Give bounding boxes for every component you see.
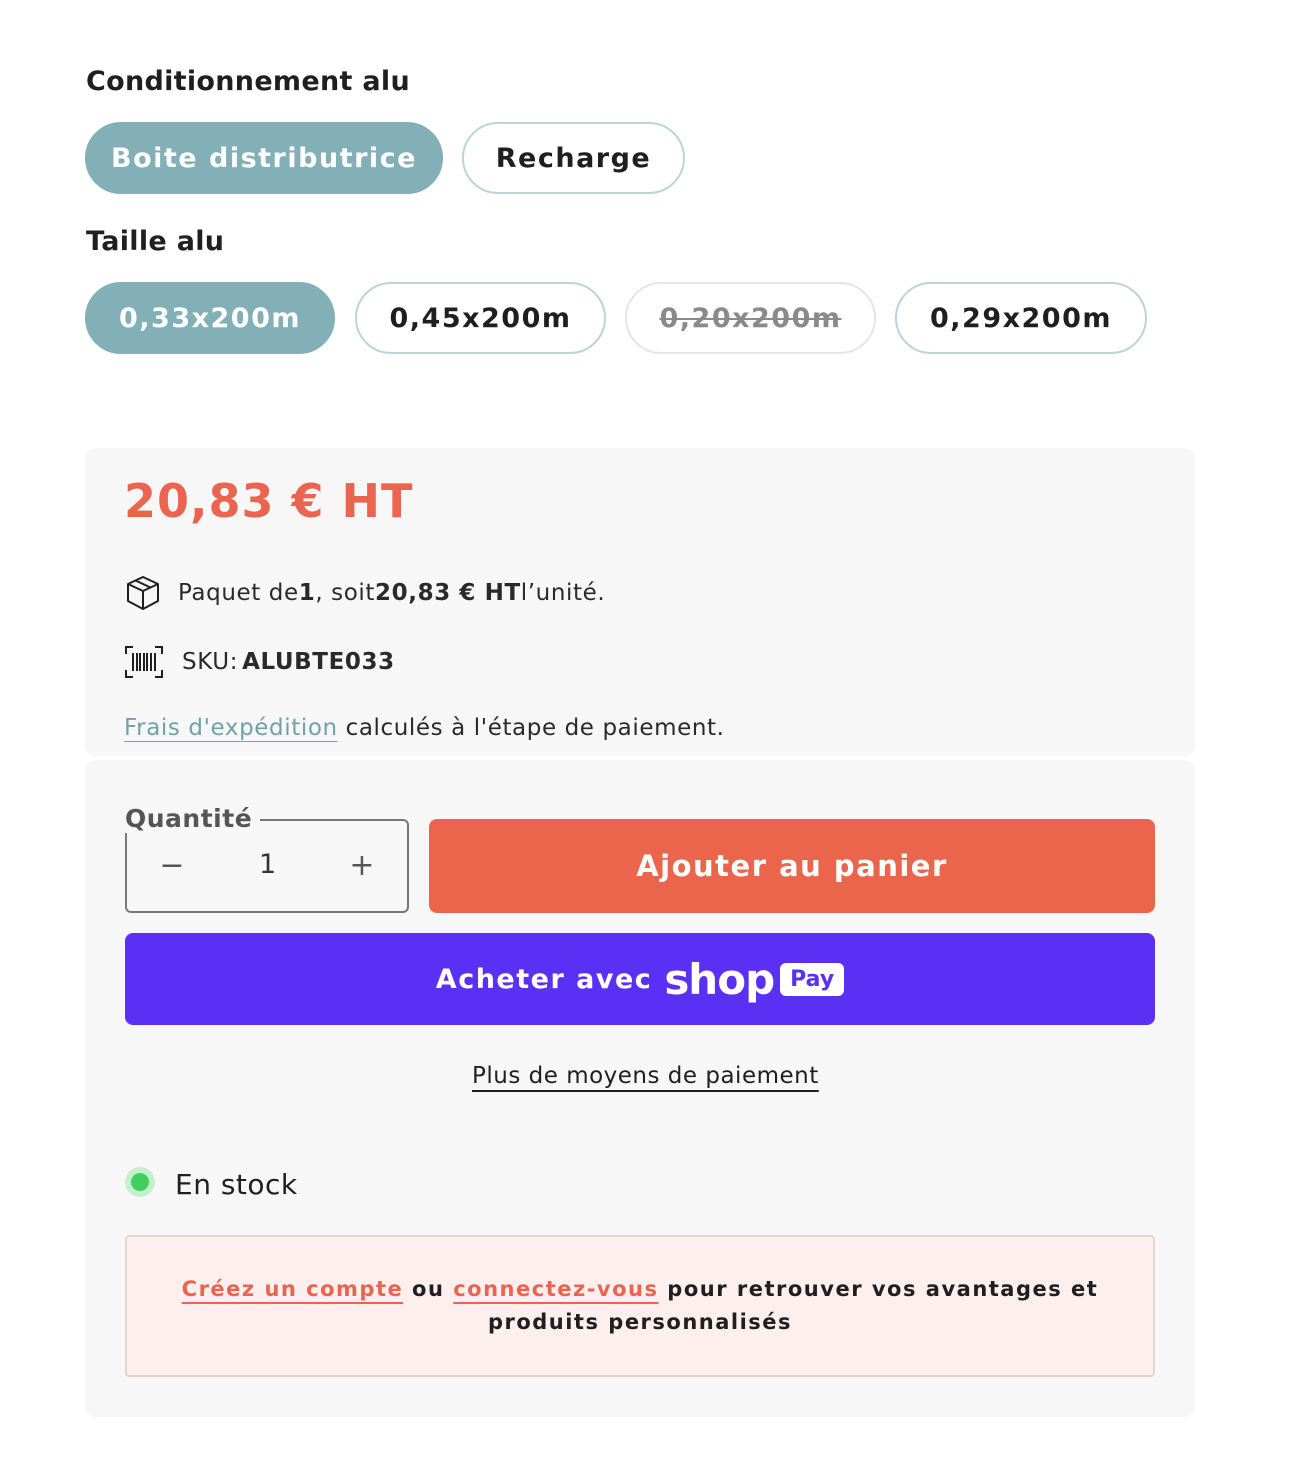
create-account-link[interactable]: Créez un compte	[182, 1277, 404, 1301]
option-label: 0,29x200m	[929, 302, 1113, 334]
unit-price: 20,83 € HT	[375, 580, 521, 606]
option-recharge[interactable]: Recharge	[462, 122, 685, 194]
packaging-title: Conditionnement alu	[86, 66, 411, 97]
quantity-plus-button[interactable]: +	[337, 840, 387, 890]
shop-logo: shop	[664, 954, 775, 1004]
package-prefix: Paquet de	[178, 580, 299, 606]
login-link[interactable]: connectez-vous	[453, 1277, 658, 1301]
option-size-020[interactable]: 0,20x200m	[625, 282, 876, 354]
sku-line: SKU: ALUBTE033	[124, 643, 395, 681]
shop-pay-button[interactable]: Acheter avec shop Pay	[125, 933, 1155, 1025]
price: 20,83 € HT	[124, 474, 414, 528]
option-label: 0,33x200m	[118, 302, 302, 334]
package-count: 1	[298, 580, 316, 606]
option-size-045[interactable]: 0,45x200m	[355, 282, 606, 354]
shipping-text: calculés à l'étape de paiement.	[337, 715, 725, 741]
shop-pay-label: Acheter avec	[435, 963, 653, 995]
option-size-033[interactable]: 0,33x200m	[85, 282, 335, 354]
quantity-input[interactable]: 1	[259, 849, 276, 880]
option-label: 0,20x200m	[659, 302, 842, 334]
quantity-label: Quantité	[125, 804, 261, 833]
package-mid: , soit	[315, 580, 376, 606]
more-payment-link[interactable]: Plus de moyens de paiement	[472, 1063, 819, 1089]
size-title: Taille alu	[86, 226, 225, 257]
package-info: Paquet de 1, soit 20,83 € HT l’unité.	[124, 574, 605, 612]
stock-status: En stock	[175, 1168, 298, 1201]
add-to-cart-button[interactable]: Ajouter au panier	[429, 819, 1155, 913]
option-size-029[interactable]: 0,29x200m	[895, 282, 1147, 354]
option-label: Recharge	[495, 142, 652, 174]
option-label: 0,45x200m	[389, 302, 572, 334]
option-label: Boite distributrice	[111, 142, 417, 174]
package-suffix: l’unité.	[520, 580, 606, 606]
shipping-link[interactable]: Frais d'expédition	[124, 715, 338, 741]
account-prompt: Créez un compte ou connectez-vous pour r…	[125, 1235, 1155, 1377]
stock-indicator-icon	[125, 1167, 155, 1197]
barcode-icon	[124, 645, 164, 679]
shipping-line: Frais d'expédition calculés à l'étape de…	[124, 710, 725, 746]
add-to-cart-label: Ajouter au panier	[636, 849, 948, 883]
box-icon	[124, 574, 162, 612]
sku-value: ALUBTE033	[242, 649, 395, 675]
sku-label: SKU:	[182, 649, 239, 675]
pay-badge: Pay	[780, 962, 845, 996]
or-text: ou	[403, 1277, 454, 1301]
quantity-minus-button[interactable]: −	[147, 840, 197, 890]
option-boite-distributrice[interactable]: Boite distributrice	[85, 122, 443, 194]
